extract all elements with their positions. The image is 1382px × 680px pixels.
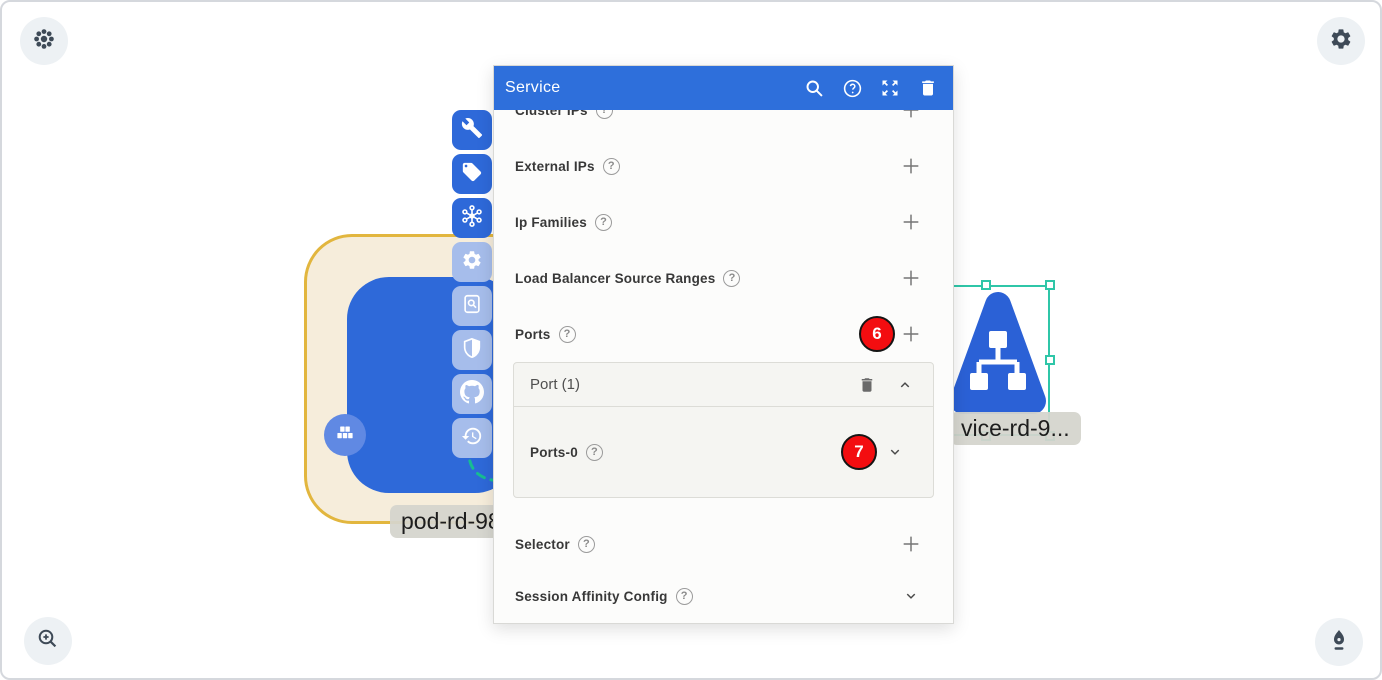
zoom-in-icon bbox=[36, 627, 60, 656]
main-menu-button[interactable] bbox=[20, 17, 68, 65]
chevron-up-icon[interactable] bbox=[893, 373, 917, 397]
field-row-cluster-ips: Cluster IPs ? bbox=[494, 110, 953, 138]
field-row-ports: Ports ? 6 bbox=[494, 306, 953, 362]
help-circle-icon[interactable]: ? bbox=[723, 269, 741, 287]
field-row-ip-families: Ip Families ? bbox=[494, 194, 953, 250]
service-node-label[interactable]: vice-rd-9... bbox=[950, 412, 1081, 445]
help-circle-icon[interactable]: ? bbox=[577, 535, 595, 553]
hub-icon bbox=[460, 204, 484, 233]
help-circle-icon[interactable]: ? bbox=[558, 325, 576, 343]
expand-icon[interactable] bbox=[879, 77, 901, 99]
history-icon bbox=[461, 425, 483, 452]
tag-icon bbox=[461, 161, 483, 188]
tutorial-step-badge: 6 bbox=[859, 316, 895, 352]
chevron-down-icon[interactable] bbox=[883, 440, 907, 464]
field-row-external-ips: External IPs ? bbox=[494, 138, 953, 194]
add-button[interactable] bbox=[899, 154, 923, 178]
field-label: Ip Families bbox=[515, 214, 587, 230]
tool-settings-button[interactable] bbox=[452, 242, 492, 282]
port-group-panel: Port (1) Ports-0 ? 7 bbox=[513, 362, 934, 498]
doc-search-icon bbox=[461, 293, 483, 320]
containers-icon bbox=[334, 422, 356, 449]
port-item-row: Ports-0 ? 7 bbox=[514, 407, 933, 497]
settings-button[interactable] bbox=[1317, 17, 1365, 65]
tutorial-step-badge: 7 bbox=[841, 434, 877, 470]
tool-history-button[interactable] bbox=[452, 418, 492, 458]
add-button[interactable] bbox=[899, 266, 923, 290]
wrench-icon bbox=[461, 117, 483, 144]
tool-github-button[interactable] bbox=[452, 374, 492, 414]
zoom-button[interactable] bbox=[24, 617, 72, 665]
cluster-wheel-icon bbox=[32, 27, 56, 56]
search-icon[interactable] bbox=[803, 77, 825, 99]
field-label: Session Affinity Config bbox=[515, 588, 668, 604]
help-circle-icon[interactable]: ? bbox=[675, 587, 693, 605]
delete-icon[interactable] bbox=[917, 77, 939, 99]
port-item-label: Ports-0 bbox=[530, 444, 578, 460]
field-label: External IPs bbox=[515, 158, 595, 174]
shield-icon bbox=[461, 337, 483, 364]
field-row-selector: Selector ? bbox=[494, 518, 953, 570]
field-label: Cluster IPs bbox=[515, 110, 588, 118]
help-circle-icon[interactable]: ? bbox=[602, 157, 620, 175]
app-canvas: pod-rd-98... vice-rd-9... Service Cluste… bbox=[0, 0, 1382, 680]
field-label: Selector bbox=[515, 536, 570, 552]
tool-hub-button[interactable] bbox=[452, 198, 492, 238]
pen-nib-icon bbox=[1327, 628, 1351, 657]
add-button[interactable] bbox=[899, 532, 923, 556]
port-group-title: Port (1) bbox=[530, 376, 581, 393]
modal-body[interactable]: Cluster IPs ? External IPs ? Ip Families… bbox=[494, 110, 953, 623]
field-label: Load Balancer Source Ranges bbox=[515, 270, 716, 286]
help-circle-icon[interactable]: ? bbox=[595, 110, 613, 119]
port-group-header[interactable]: Port (1) bbox=[514, 363, 933, 407]
field-row-session-affinity: Session Affinity Config ? bbox=[494, 570, 953, 622]
modal-header[interactable]: Service bbox=[494, 66, 953, 110]
gear-icon bbox=[1329, 27, 1353, 56]
tool-inspect-button[interactable] bbox=[452, 286, 492, 326]
delete-port-button[interactable] bbox=[855, 373, 879, 397]
field-row-lb-source-ranges: Load Balancer Source Ranges ? bbox=[494, 250, 953, 306]
modal-title: Service bbox=[505, 79, 561, 96]
github-icon bbox=[460, 379, 484, 409]
tool-security-button[interactable] bbox=[452, 330, 492, 370]
tool-labels-button[interactable] bbox=[452, 154, 492, 194]
add-button[interactable] bbox=[899, 210, 923, 234]
help-icon[interactable] bbox=[841, 77, 863, 99]
gear-icon bbox=[461, 249, 483, 276]
node-toolbar bbox=[452, 110, 492, 462]
chevron-down-icon[interactable] bbox=[899, 584, 923, 608]
pen-tool-button[interactable] bbox=[1315, 618, 1363, 666]
help-circle-icon[interactable]: ? bbox=[585, 443, 603, 461]
service-editor-modal: Service Cluster IPs ? External IPs ? Ip … bbox=[493, 65, 954, 624]
containers-badge[interactable] bbox=[324, 414, 366, 456]
field-label: Ports bbox=[515, 326, 551, 342]
tool-wrench-button[interactable] bbox=[452, 110, 492, 150]
add-button[interactable] bbox=[899, 110, 923, 122]
add-port-button[interactable] bbox=[899, 322, 923, 346]
service-triangle-icon bbox=[950, 292, 1046, 414]
service-node[interactable] bbox=[948, 283, 1048, 430]
help-circle-icon[interactable]: ? bbox=[594, 213, 612, 231]
